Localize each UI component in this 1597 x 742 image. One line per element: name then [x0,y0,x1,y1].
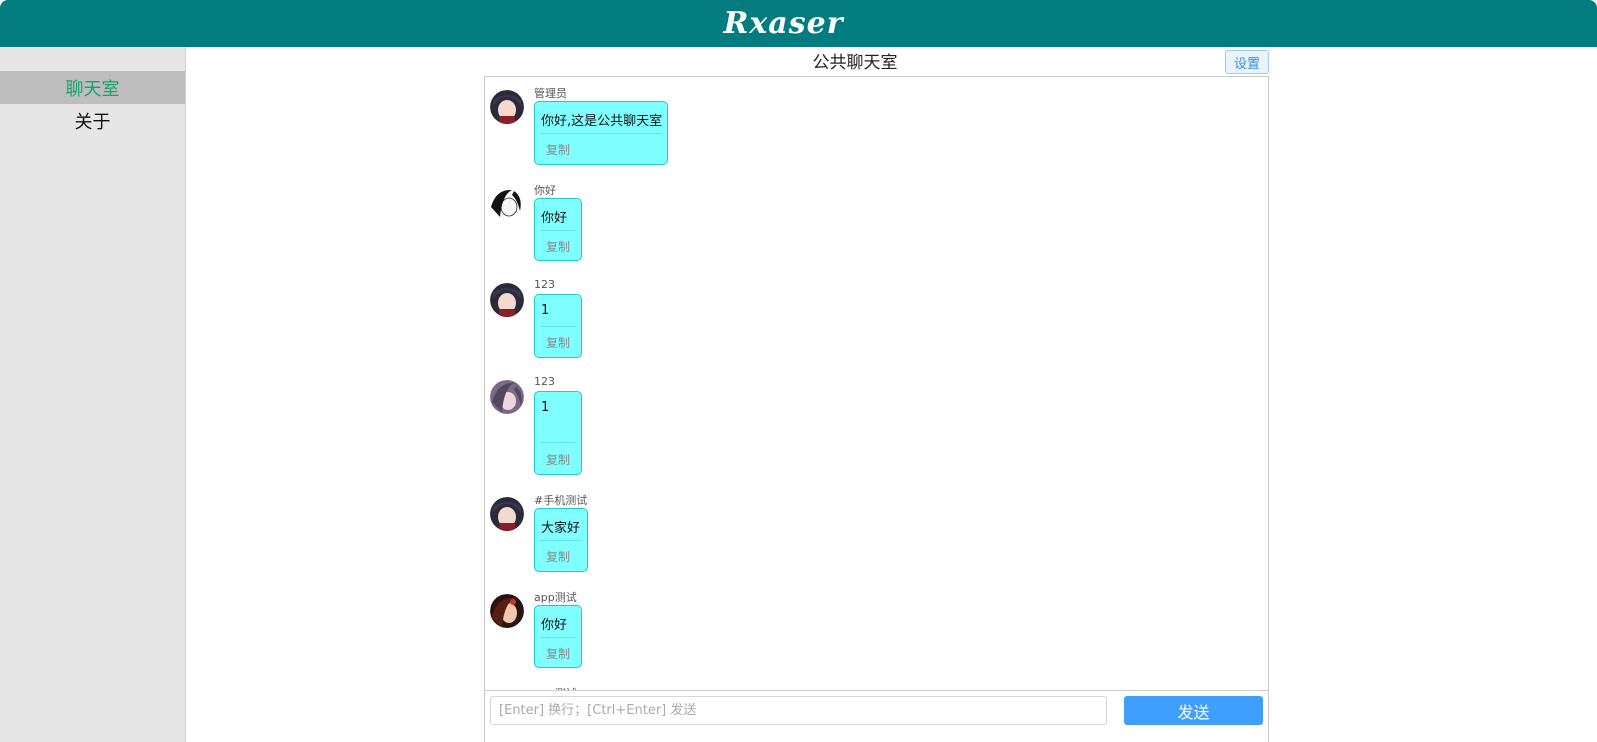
bubble-divider [540,326,576,327]
message-list[interactable]: 管理员 你好,这是公共聊天室 复制 你好 你好 复制 123 1 复制 123 … [484,76,1269,742]
sidebar-item-label: 关于 [74,111,111,133]
copy-button[interactable]: 复制 [546,451,570,468]
message-username: 123 [534,278,555,291]
copy-button[interactable]: 复制 [546,238,570,255]
message-bubble: 1 复制 [534,294,582,358]
sidebar-item-about[interactable]: 关于 [0,104,185,137]
send-button[interactable]: 发送 [1124,696,1263,725]
anime-girl-purple-hair-icon [490,380,524,414]
message-text: 1 [541,400,550,415]
message-bubble: 你好,这是公共聊天室 复制 [534,101,668,165]
anime-girl-red-icon [490,594,524,628]
bubble-divider [540,637,576,638]
copy-button[interactable]: 复制 [546,141,570,158]
message-username: app测试 [534,591,577,604]
message-input[interactable] [490,696,1107,725]
top-header: Rxaser [0,0,1597,47]
message-bubble: 1 复制 [534,391,582,475]
message-username: 123 [534,375,555,388]
message-text: 你好 [541,618,568,633]
message-bubble: 大家好 复制 [534,508,588,572]
copy-button[interactable]: 复制 [546,334,570,351]
message-username: 管理员 [534,87,567,100]
message-text: 你好,这是公共聊天室 [541,114,663,129]
message-username: 你好 [534,184,556,197]
settings-button[interactable]: 设置 [1225,50,1269,74]
bubble-divider [540,442,576,443]
copy-button[interactable]: 复制 [546,548,570,565]
sidebar-item-label: 聊天室 [65,78,120,100]
composer: 发送 [484,690,1269,742]
bubble-divider [540,230,576,231]
message-text: 大家好 [541,521,581,536]
sidebar: 聊天室 关于 [0,47,186,742]
anime-girl-dark-hair-icon [490,283,524,317]
app-logo: Rxaser [723,6,844,41]
message-bubble: 你好 复制 [534,198,582,261]
message-text: 1 [541,303,550,318]
message-bubble: 你好 复制 [534,605,582,668]
bubble-divider [540,540,582,541]
page-title: 公共聊天室 [812,53,898,73]
bubble-divider [540,133,662,134]
message-username: #手机测试 [534,494,588,507]
anime-girl-dark-hair-icon [490,497,524,531]
message-text: 你好 [541,211,568,226]
anime-girl-dark-hair-icon [490,90,524,124]
sidebar-item-chatroom[interactable]: 聊天室 [0,71,185,104]
anime-girl-bw-icon [490,187,524,221]
copy-button[interactable]: 复制 [546,645,570,662]
